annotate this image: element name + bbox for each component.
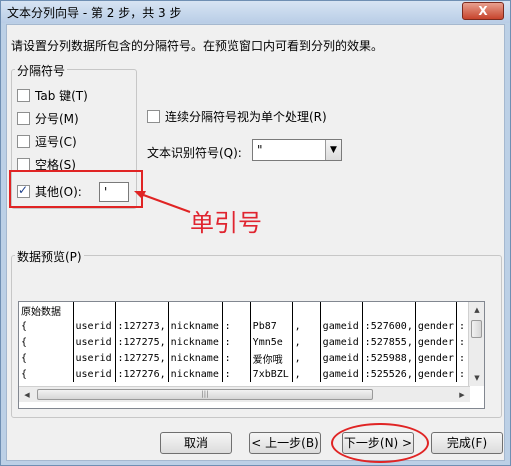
delimiters-group-label: 分隔符号 <box>15 62 68 79</box>
table-cell: gender <box>415 318 457 334</box>
highlight-rectangle <box>9 170 143 208</box>
table-cell: { <box>19 350 74 366</box>
table-cell: userid <box>73 350 116 366</box>
semicolon-label: 分号(M) <box>35 111 79 126</box>
highlight-ellipse <box>331 423 429 463</box>
scroll-left-icon[interactable]: ◀ <box>19 387 35 403</box>
table-cell <box>115 302 169 318</box>
semicolon-delimiter-option[interactable]: 分号(M) <box>17 110 79 126</box>
table-cell: gameid <box>320 334 363 350</box>
table-cell: : <box>222 318 251 334</box>
table-cell <box>168 302 223 318</box>
table-cell: gameid <box>320 318 363 334</box>
table-cell: Pb87 <box>250 318 293 334</box>
text-qualifier-label: 文本识别符号(Q): <box>147 146 242 160</box>
horizontal-scrollbar[interactable]: ◀ ||| ▶ <box>19 386 470 402</box>
table-cell: : <box>222 334 251 350</box>
table-cell <box>415 302 457 318</box>
tab-label: Tab 键(T) <box>35 88 88 103</box>
table-cell: nickname <box>168 334 223 350</box>
table-cell: :127275, <box>115 350 169 366</box>
title-bar[interactable]: 文本分列向导 - 第 2 步，共 3 步 X <box>1 1 510 23</box>
table-cell: 7xbBZL <box>250 366 293 382</box>
scroll-right-icon[interactable]: ▶ <box>454 387 470 403</box>
comma-delimiter-option[interactable]: 逗号(C) <box>17 133 77 149</box>
data-preview[interactable]: 原始数据{userid:127273, nickname: Pb87, gameid:… <box>18 301 485 409</box>
table-cell: :525988, <box>362 350 416 366</box>
vertical-scroll-thumb[interactable] <box>471 320 482 338</box>
table-cell: :127276, <box>115 366 169 382</box>
table-cell: :527600, <box>362 318 416 334</box>
table-cell <box>362 302 416 318</box>
wizard-window: 文本分列向导 - 第 2 步，共 3 步 X 请设置分列数据所包含的分隔符号。在… <box>0 0 511 466</box>
table-cell: :127275, <box>115 334 169 350</box>
table-cell: , <box>292 318 321 334</box>
table-cell: : <box>222 366 251 382</box>
table-cell: :525526, <box>362 366 416 382</box>
consecutive-delimiters-option[interactable]: 连续分隔符号视为单个处理(R) <box>147 108 327 125</box>
table-cell <box>320 302 363 318</box>
table-cell: userid <box>73 334 116 350</box>
tab-delimiter-option[interactable]: Tab 键(T) <box>17 87 88 103</box>
table-cell: gender <box>415 366 457 382</box>
chevron-down-icon[interactable]: ▼ <box>325 140 341 160</box>
table-cell: { <box>19 334 74 350</box>
table-row: {userid:127276, nickname:7xbBZL, gameid:52… <box>19 366 470 382</box>
table-cell <box>73 302 116 318</box>
table-cell: gameid <box>320 350 363 366</box>
comma-label: 逗号(C) <box>35 134 77 149</box>
consecutive-label: 连续分隔符号视为单个处理(R) <box>165 110 327 124</box>
annotation-text: 单引号 <box>190 209 262 237</box>
close-button[interactable]: X <box>462 2 504 20</box>
table-row: {userid:127275, nickname: Ymn5e, gameid:527… <box>19 334 470 350</box>
table-row: 原始数据 <box>19 302 470 318</box>
table-cell <box>222 302 251 318</box>
text-qualifier-select[interactable]: " ▼ <box>252 139 342 161</box>
space-checkbox[interactable] <box>17 157 30 171</box>
tab-checkbox[interactable] <box>17 88 30 102</box>
dialog-client-area: 请设置分列数据所包含的分隔符号。在预览窗口内可看到分列的效果。 分隔符号 Tab… <box>6 24 505 463</box>
table-cell <box>250 302 293 318</box>
table-cell: :127273, <box>115 318 169 334</box>
semicolon-checkbox[interactable] <box>17 111 30 125</box>
consecutive-checkbox[interactable] <box>147 110 160 123</box>
table-cell: :527855, <box>362 334 416 350</box>
comma-checkbox[interactable] <box>17 134 30 148</box>
table-cell: Ymn5e <box>250 334 293 350</box>
table-cell: , <box>292 366 321 382</box>
table-cell <box>292 302 321 318</box>
table-row: {userid:127273, nickname: Pb87, gameid:5276… <box>19 318 470 334</box>
finish-button[interactable]: 完成(F) <box>431 432 503 454</box>
table-cell: gameid <box>320 366 363 382</box>
table-cell: nickname <box>168 318 223 334</box>
table-cell: , <box>292 350 321 366</box>
scroll-down-icon[interactable]: ▼ <box>469 370 485 386</box>
arrow-icon <box>134 191 191 213</box>
preview-grid: 原始数据{userid:127273, nickname: Pb87, gameid:… <box>19 302 470 386</box>
table-cell: gender <box>415 350 457 366</box>
table-cell: nickname <box>168 366 223 382</box>
table-cell: userid <box>73 318 116 334</box>
table-cell: 原始数据 <box>19 302 74 318</box>
vertical-scrollbar[interactable]: ▲ ▼ <box>468 302 484 386</box>
table-cell: , <box>292 334 321 350</box>
table-cell: gender <box>415 334 457 350</box>
window-title: 文本分列向导 - 第 2 步，共 3 步 <box>7 6 182 20</box>
table-cell: userid <box>73 366 116 382</box>
horizontal-scroll-thumb[interactable]: ||| <box>37 389 373 400</box>
text-qualifier-value: " <box>257 143 263 157</box>
table-cell: nickname <box>168 350 223 366</box>
table-cell: 爱你哦 <box>250 350 293 366</box>
table-cell: { <box>19 318 74 334</box>
table-cell: : <box>222 350 251 366</box>
preview-group-label: 数据预览(P) <box>15 248 84 265</box>
preview-table: 原始数据{userid:127273, nickname: Pb87, gameid:… <box>19 302 470 382</box>
instruction-text: 请设置分列数据所包含的分隔符号。在预览窗口内可看到分列的效果。 <box>11 39 384 53</box>
table-row: {userid:127275, nickname: 爱你哦, gameid:52598… <box>19 350 470 366</box>
scroll-up-icon[interactable]: ▲ <box>469 302 485 318</box>
table-cell: { <box>19 366 74 382</box>
cancel-button[interactable]: 取消 <box>160 432 232 454</box>
back-button[interactable]: < 上一步(B) <box>249 432 321 454</box>
